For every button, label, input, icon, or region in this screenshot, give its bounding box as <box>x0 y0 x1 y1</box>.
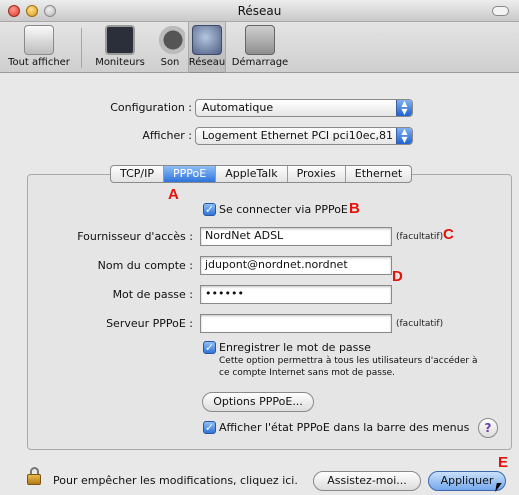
password-field[interactable]: •••••• <box>200 285 392 304</box>
afficher-popup[interactable]: Logement Ethernet PCI pci10ec,81 ▲ ▼ <box>195 127 413 145</box>
toolbar-startup[interactable]: Démarrage <box>230 25 290 68</box>
preferences-toolbar: Tout afficher Moniteurs Son Réseau Démar… <box>0 22 519 73</box>
speaker-icon <box>155 25 185 55</box>
annotation-label-d: D <box>392 268 403 285</box>
save-password-note-2: ce compte Internet sans mot de passe. <box>219 368 396 378</box>
apply-button[interactable]: Appliquer <box>428 471 506 491</box>
server-label: Serveur PPPoE : <box>106 317 193 330</box>
afficher-value: Logement Ethernet PCI pci10ec,81 <box>202 129 394 142</box>
show-status-menu-label: Afficher l'état PPPoE dans la barre des … <box>219 421 470 434</box>
server-field[interactable] <box>200 314 392 333</box>
assist-me-button[interactable]: Assistez-moi... <box>313 471 421 491</box>
toolbar-sound[interactable]: Son <box>152 25 188 68</box>
save-password-label: Enregistrer le mot de passe <box>219 341 371 354</box>
annotation-label-e: E <box>498 454 509 471</box>
provider-field[interactable]: NordNet ADSL <box>200 227 392 246</box>
toolbar-separator <box>81 28 82 68</box>
lock-text: Pour empêcher les modifications, cliquez… <box>53 474 298 487</box>
title-bar: Réseau <box>0 0 519 22</box>
mouse-pointer-icon <box>495 483 502 492</box>
tab-appletalk[interactable]: AppleTalk <box>216 166 288 182</box>
pppoe-options-button[interactable]: Options PPPoE... <box>202 392 314 412</box>
toolbar-toggle-button[interactable] <box>492 6 509 16</box>
toolbar-network[interactable]: Réseau <box>188 25 226 68</box>
annotation-label-b: B <box>349 200 360 217</box>
tab-proxies[interactable]: Proxies <box>288 166 346 182</box>
show-all-icon <box>24 25 54 55</box>
save-password-checkbox[interactable]: ✓ <box>203 341 216 354</box>
lock-icon[interactable] <box>27 467 41 485</box>
save-password-note-1: Cette option permettra à tous les utilis… <box>219 356 478 366</box>
toolbar-label: Réseau <box>188 57 226 68</box>
toolbar-label: Son <box>160 57 180 68</box>
lock-body <box>27 474 41 485</box>
tab-pppoe[interactable]: PPPoE <box>163 166 217 182</box>
toolbar-label: Tout afficher <box>8 57 70 68</box>
server-optional-hint: (facultatif) <box>396 319 444 329</box>
annotation-label-c: C <box>443 226 454 243</box>
tab-ethernet[interactable]: Ethernet <box>346 166 411 182</box>
connect-pppoe-checkbox[interactable]: ✓ <box>203 203 216 216</box>
tab-tcpip[interactable]: TCP/IP <box>111 166 164 182</box>
network-preferences-window: Réseau Tout afficher Moniteurs Son Résea… <box>0 0 519 495</box>
configuration-popup[interactable]: Automatique ▲ ▼ <box>195 99 413 117</box>
provider-label: Fournisseur d'accès : <box>77 230 193 243</box>
toolbar-label: Moniteurs <box>95 57 145 68</box>
startup-disk-icon <box>245 25 275 55</box>
provider-optional-hint: (facultatif) <box>396 232 444 242</box>
network-globe-icon <box>192 25 222 55</box>
account-name-field[interactable]: jdupont@nordnet.nordnet <box>200 256 392 275</box>
popup-arrows-icon: ▲ ▼ <box>396 100 412 116</box>
annotation-label-a: A <box>168 186 179 203</box>
toolbar-show-all[interactable]: Tout afficher <box>2 25 76 68</box>
toolbar-label: Démarrage <box>231 57 289 68</box>
show-status-menu-checkbox[interactable]: ✓ <box>203 421 216 434</box>
configuration-label: Configuration : <box>110 101 192 114</box>
connect-pppoe-label: Se connecter via PPPoE <box>219 203 348 216</box>
window-title: Réseau <box>237 4 282 18</box>
tab-bar: TCP/IP PPPoE AppleTalk Proxies Ethernet <box>110 165 413 183</box>
popup-arrows-icon: ▲ ▼ <box>396 128 412 144</box>
help-button[interactable]: ? <box>478 418 498 438</box>
account-label: Nom du compte : <box>97 259 193 272</box>
toolbar-monitors[interactable]: Moniteurs <box>92 25 148 68</box>
password-label: Mot de passe : <box>112 288 193 301</box>
afficher-label: Afficher : <box>142 129 192 142</box>
monitor-icon <box>105 25 135 55</box>
configuration-value: Automatique <box>202 101 274 114</box>
